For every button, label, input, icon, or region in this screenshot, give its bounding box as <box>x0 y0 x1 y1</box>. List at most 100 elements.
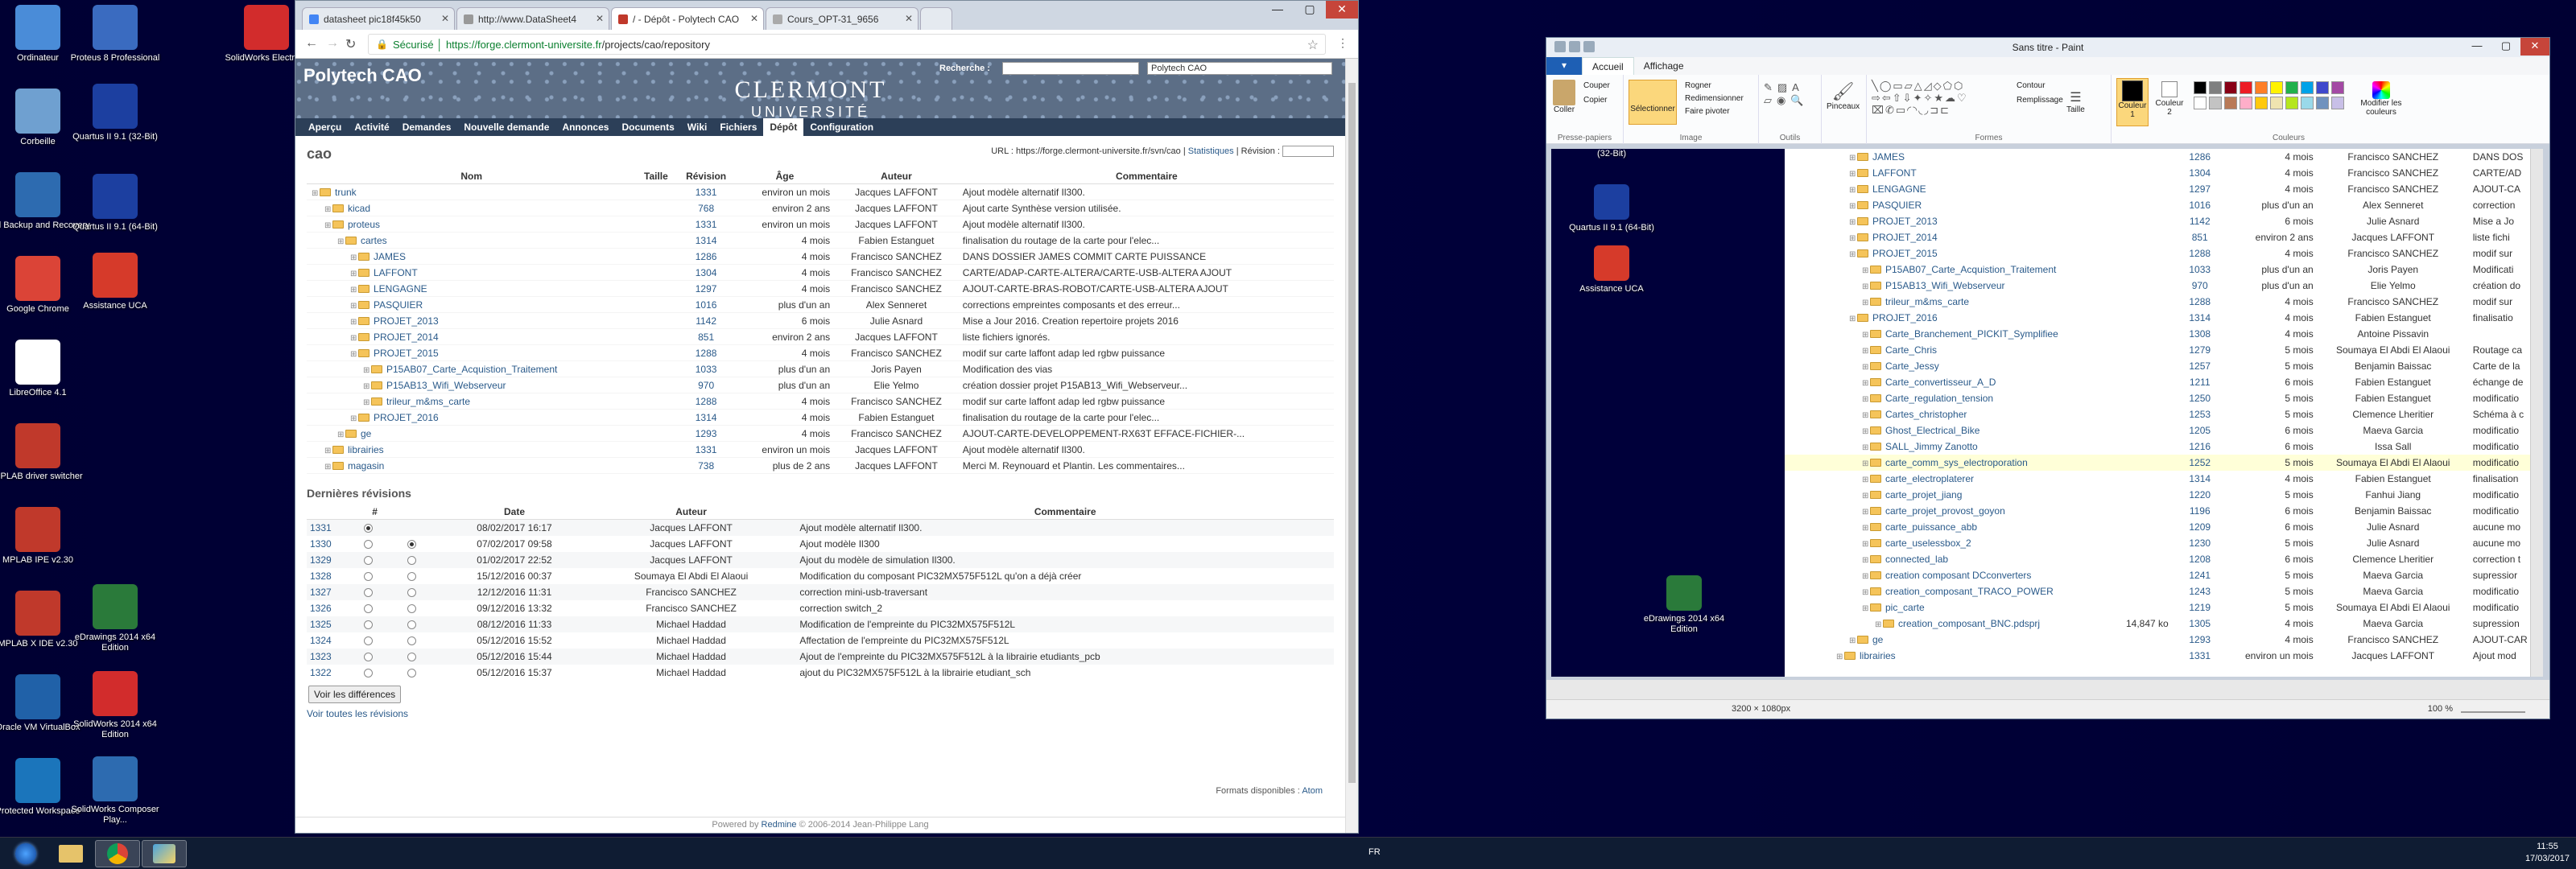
color-swatch[interactable] <box>2240 81 2252 94</box>
expand-icon[interactable]: ⊞ <box>337 237 345 246</box>
expand-icon[interactable]: ⊞ <box>363 382 371 391</box>
desktop-icon[interactable]: LibreOffice 4.1 <box>0 340 90 398</box>
revision-link[interactable]: 1325 <box>310 619 332 630</box>
radio-from[interactable] <box>363 603 373 613</box>
revision-link[interactable]: 1329 <box>310 554 332 566</box>
statistics-link[interactable]: Statistiques <box>1188 146 1234 156</box>
radio-from[interactable] <box>363 587 373 597</box>
tab-datasheet[interactable]: datasheet pic18f45k50 ✕ <box>302 7 455 30</box>
revision-input[interactable] <box>1282 146 1334 157</box>
resize-button[interactable]: Redimensionner <box>1685 94 1744 103</box>
folder-link[interactable]: LAFFONT <box>374 267 418 278</box>
column-header[interactable]: Révision <box>675 169 737 184</box>
outline-button[interactable]: Contour <box>2017 81 2046 90</box>
close-tab-icon[interactable]: ✕ <box>905 13 913 24</box>
revision-link[interactable]: 1288 <box>696 348 717 359</box>
radio-from[interactable] <box>363 636 373 645</box>
radio-to[interactable] <box>407 587 416 597</box>
color-swatch[interactable] <box>2270 81 2283 94</box>
paint-canvas-area[interactable]: (32-Bit) Quartus II 9.1 (64-Bit) Assistanc… <box>1546 144 2549 680</box>
color-swatch[interactable] <box>2331 81 2344 94</box>
brushes-button[interactable]: 🖌 Pinceaux <box>1827 81 1860 111</box>
color-swatch[interactable] <box>2209 81 2222 94</box>
menu-item[interactable]: Nouvelle demande <box>457 118 555 136</box>
redmine-link[interactable]: Redmine <box>762 820 797 830</box>
tab-depot[interactable]: / - Dépôt - Polytech CAO ✕ <box>611 7 764 30</box>
revision-link[interactable]: 1288 <box>696 396 717 407</box>
folder-link[interactable]: proteus <box>348 219 380 230</box>
color-swatch[interactable] <box>2194 81 2207 94</box>
copy-button[interactable]: Copier <box>1583 96 1607 105</box>
vertical-scrollbar[interactable] <box>1345 59 1358 833</box>
forward-icon[interactable]: → <box>326 36 339 51</box>
revision-link[interactable]: 851 <box>698 332 714 343</box>
expand-icon[interactable]: ⊞ <box>350 270 358 278</box>
radio-from[interactable] <box>363 539 373 549</box>
project-select[interactable]: Polytech CAO <box>1147 62 1332 75</box>
revision-link[interactable]: 1314 <box>696 235 717 246</box>
search-input[interactable] <box>1002 62 1139 75</box>
folder-link[interactable]: PASQUIER <box>374 299 423 311</box>
column-header[interactable]: Nom <box>307 169 637 184</box>
color-swatch[interactable] <box>2285 81 2298 94</box>
minimize-icon[interactable]: — <box>1261 1 1294 19</box>
color-swatch[interactable] <box>2316 97 2329 109</box>
radio-from[interactable] <box>363 620 373 629</box>
radio-to[interactable] <box>407 652 416 661</box>
color-swatch[interactable] <box>2255 81 2268 94</box>
folder-link[interactable]: P15AB07_Carte_Acquistion_Traitement <box>386 364 557 375</box>
edit-colors-button[interactable]: Modifier les couleurs <box>2353 81 2409 117</box>
radio-from[interactable] <box>363 668 373 677</box>
color-swatch[interactable] <box>2255 97 2268 109</box>
menu-icon[interactable]: ⋮ <box>1337 36 1348 50</box>
folder-link[interactable]: P15AB13_Wifi_Webserveur <box>386 380 506 391</box>
revision-link[interactable]: 1322 <box>310 667 332 678</box>
taskbar-chrome[interactable] <box>95 840 140 867</box>
revision-link[interactable]: 1328 <box>310 570 332 582</box>
column-header[interactable]: Commentaire <box>959 169 1334 184</box>
color-swatch[interactable] <box>2224 81 2237 94</box>
desktop-icon[interactable]: MPLAB driver switcher <box>0 423 90 482</box>
close-tab-icon[interactable]: ✕ <box>750 13 758 24</box>
desktop-icon[interactable]: SolidWorks Composer Play... <box>63 756 167 826</box>
minimize-icon[interactable]: — <box>2462 38 2491 56</box>
atom-link[interactable]: Atom <box>1302 786 1323 796</box>
column-header[interactable]: Auteur <box>833 169 960 184</box>
desktop-icon[interactable]: Quartus II 9.1 (32-Bit) <box>63 84 167 142</box>
radio-from[interactable] <box>363 571 373 581</box>
menu-item[interactable]: Activité <box>348 118 395 136</box>
expand-icon[interactable]: ⊞ <box>350 286 358 294</box>
menu-item[interactable]: Wiki <box>681 118 714 136</box>
revision-link[interactable]: 1033 <box>696 364 717 375</box>
tab-datasheet4[interactable]: http://www.DataSheet4 ✕ <box>456 7 609 30</box>
revision-link[interactable]: 1327 <box>310 587 332 598</box>
radio-to[interactable] <box>407 668 416 677</box>
tab-affichage[interactable]: Affichage <box>1634 57 1694 75</box>
expand-icon[interactable]: ⊞ <box>350 334 358 343</box>
expand-icon[interactable]: ⊞ <box>324 221 332 230</box>
maximize-icon[interactable]: ▢ <box>1294 1 1326 19</box>
expand-icon[interactable]: ⊞ <box>350 350 358 359</box>
expand-icon[interactable]: ⊞ <box>324 463 332 472</box>
radio-to[interactable] <box>407 620 416 629</box>
taskbar-explorer[interactable] <box>48 840 93 867</box>
revision-link[interactable]: 1286 <box>696 251 717 262</box>
taskbar-paint[interactable] <box>142 840 187 867</box>
folder-link[interactable]: librairies <box>348 444 384 455</box>
revision-link[interactable]: 1323 <box>310 651 332 662</box>
folder-link[interactable]: trileur_m&ms_carte <box>386 396 470 407</box>
scrollbar-thumb[interactable] <box>1348 83 1356 783</box>
file-menu-button[interactable]: ▾ <box>1546 57 1582 75</box>
revision-link[interactable]: 738 <box>698 460 714 472</box>
color-swatch[interactable] <box>2316 81 2329 94</box>
radio-from[interactable] <box>363 523 373 533</box>
view-differences-button[interactable]: Voir les différences <box>308 685 402 703</box>
folder-link[interactable]: LENGAGNE <box>374 283 427 294</box>
color-swatch[interactable] <box>2301 97 2314 109</box>
reload-icon[interactable]: ↻ <box>345 36 356 52</box>
color2-button[interactable]: Couleur 2 <box>2153 78 2186 117</box>
revision-link[interactable]: 1331 <box>696 219 717 230</box>
start-button[interactable] <box>2 839 50 868</box>
cut-button[interactable]: Couper <box>1583 81 1610 90</box>
expand-icon[interactable]: ⊞ <box>350 253 358 262</box>
